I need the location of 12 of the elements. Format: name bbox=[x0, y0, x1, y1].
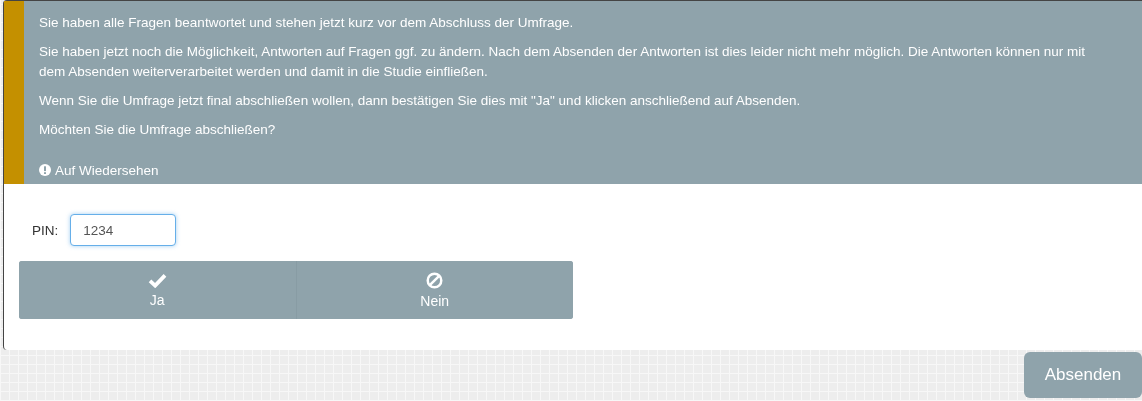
pin-label: PIN: bbox=[32, 222, 59, 238]
exclamation-icon bbox=[39, 164, 51, 176]
notice-text: Sie haben alle Fragen beantwortet und stehen jetzt kurz vor dem Abschluss der Umfrage. bbox=[39, 14, 575, 32]
submit-button[interactable]: Absenden bbox=[1024, 352, 1142, 398]
notice-text: Möchten Sie die Umfrage abschließen? bbox=[39, 121, 277, 139]
notice-text: Sie haben jetzt noch die Möglichkeit, Antworten auf Fragen ggf. zu ändern. Nach dem Absenden der Antworten ist dies leider nicht mehr möglich. Die Antworten können nur mit dem Absenden weiterverarbeitet werden und damit in die Studie einfließen. bbox=[39, 43, 1087, 81]
choice-button[interactable]: Ja bbox=[19, 261, 297, 319]
notice-text: Wenn Sie die Umfrage jetzt final abschließen wollen, dann bestätigen Sie dies mit "Ja" und klicken anschließend auf Absenden. bbox=[39, 92, 802, 110]
check-icon bbox=[147, 272, 167, 288]
pin-field[interactable]: 1234 bbox=[70, 214, 177, 246]
footer-text: Auf Wiedersehen bbox=[55, 162, 159, 178]
ban-icon bbox=[426, 271, 444, 289]
